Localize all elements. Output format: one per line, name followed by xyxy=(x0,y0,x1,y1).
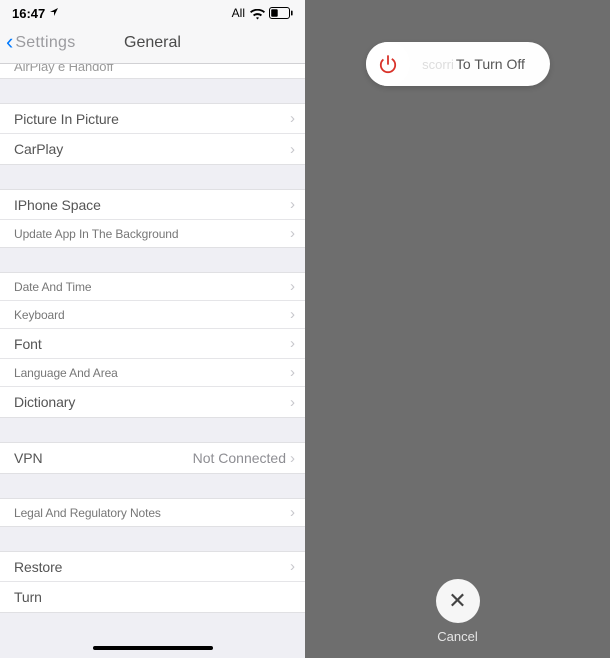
settings-general-screen: 16:47 All ‹ Settings General AirPlay e H… xyxy=(0,0,305,658)
row-label: CarPlay xyxy=(14,141,63,157)
slider-label: scorriTo Turn Off xyxy=(410,56,550,72)
row-label: Dictionary xyxy=(14,394,75,410)
row-dictionary[interactable]: Dictionary › xyxy=(0,387,305,417)
status-bar: 16:47 All xyxy=(0,0,305,22)
battery-icon xyxy=(269,7,293,19)
row-label: Legal And Regulatory Notes xyxy=(14,506,161,520)
row-label: Language And Area xyxy=(14,366,118,380)
power-slider-knob[interactable] xyxy=(366,42,410,86)
chevron-right-icon: › xyxy=(290,196,295,213)
cancel-area: ✕ Cancel xyxy=(436,579,480,644)
row-label: Restore xyxy=(14,559,62,575)
row-airplay-handoff[interactable]: AirPlay e Handoff xyxy=(0,64,305,78)
back-button[interactable]: ‹ Settings xyxy=(6,33,76,53)
chevron-right-icon: › xyxy=(290,278,295,295)
chevron-right-icon: › xyxy=(290,335,295,352)
section-restore: Restore › Turn xyxy=(0,551,305,613)
section-locale: Date And Time › Keyboard › Font › Langua… xyxy=(0,272,305,418)
chevron-left-icon: ‹ xyxy=(6,31,13,53)
chevron-right-icon: › xyxy=(290,504,295,521)
row-label: Picture In Picture xyxy=(14,111,119,127)
status-indicators: All xyxy=(232,6,293,21)
cancel-button[interactable]: ✕ xyxy=(436,579,480,623)
row-picture-in-picture[interactable]: Picture In Picture › xyxy=(0,104,305,134)
row-label: VPN xyxy=(14,450,43,466)
row-date-time[interactable]: Date And Time › xyxy=(0,273,305,301)
row-label: Date And Time xyxy=(14,280,91,294)
chevron-right-icon: › xyxy=(290,450,295,467)
chevron-right-icon: › xyxy=(290,306,295,323)
row-carplay[interactable]: CarPlay › xyxy=(0,134,305,164)
carrier-label: All xyxy=(232,6,245,20)
power-icon xyxy=(377,53,399,75)
row-label: Update App In The Background xyxy=(14,227,178,241)
row-label: Turn xyxy=(14,589,42,605)
chevron-right-icon: › xyxy=(290,364,295,381)
row-vpn[interactable]: VPN Not Connected › xyxy=(0,443,305,473)
slide-to-power-off[interactable]: scorriTo Turn Off xyxy=(366,42,550,86)
section-media: Picture In Picture › CarPlay › xyxy=(0,103,305,165)
section-storage: IPhone Space › Update App In The Backgro… xyxy=(0,189,305,248)
chevron-right-icon: › xyxy=(290,225,295,242)
home-indicator[interactable] xyxy=(93,646,213,650)
status-time-area: 16:47 xyxy=(12,6,59,21)
back-label: Settings xyxy=(15,34,75,52)
chevron-right-icon: › xyxy=(290,110,295,127)
row-label: IPhone Space xyxy=(14,197,101,213)
location-icon xyxy=(49,7,59,20)
row-font[interactable]: Font › xyxy=(0,329,305,359)
row-label: Keyboard xyxy=(14,308,65,322)
row-iphone-storage[interactable]: IPhone Space › xyxy=(0,190,305,220)
section-legal: Legal And Regulatory Notes › xyxy=(0,498,305,527)
row-label: Font xyxy=(14,336,42,352)
section-airplay: AirPlay e Handoff xyxy=(0,64,305,79)
wifi-icon xyxy=(250,6,265,21)
row-label: AirPlay e Handoff xyxy=(14,64,113,74)
settings-list[interactable]: AirPlay e Handoff Picture In Picture › C… xyxy=(0,64,305,658)
close-icon: ✕ xyxy=(448,588,466,614)
row-background-app-refresh[interactable]: Update App In The Background › xyxy=(0,220,305,247)
chevron-right-icon: › xyxy=(290,141,295,158)
chevron-right-icon: › xyxy=(290,394,295,411)
row-language-region[interactable]: Language And Area › xyxy=(0,359,305,387)
chevron-right-icon: › xyxy=(290,558,295,575)
power-off-screen: scorriTo Turn Off ✕ Cancel xyxy=(305,0,610,658)
row-value: Not Connected xyxy=(193,450,286,466)
section-vpn: VPN Not Connected › xyxy=(0,442,305,474)
row-keyboard[interactable]: Keyboard › xyxy=(0,301,305,329)
row-legal-regulatory[interactable]: Legal And Regulatory Notes › xyxy=(0,499,305,526)
page-title: General xyxy=(124,34,181,52)
row-shut-down[interactable]: Turn xyxy=(0,582,305,612)
row-restore[interactable]: Restore › xyxy=(0,552,305,582)
nav-bar: ‹ Settings General xyxy=(0,22,305,64)
cancel-label: Cancel xyxy=(437,629,477,644)
status-time: 16:47 xyxy=(12,6,45,21)
